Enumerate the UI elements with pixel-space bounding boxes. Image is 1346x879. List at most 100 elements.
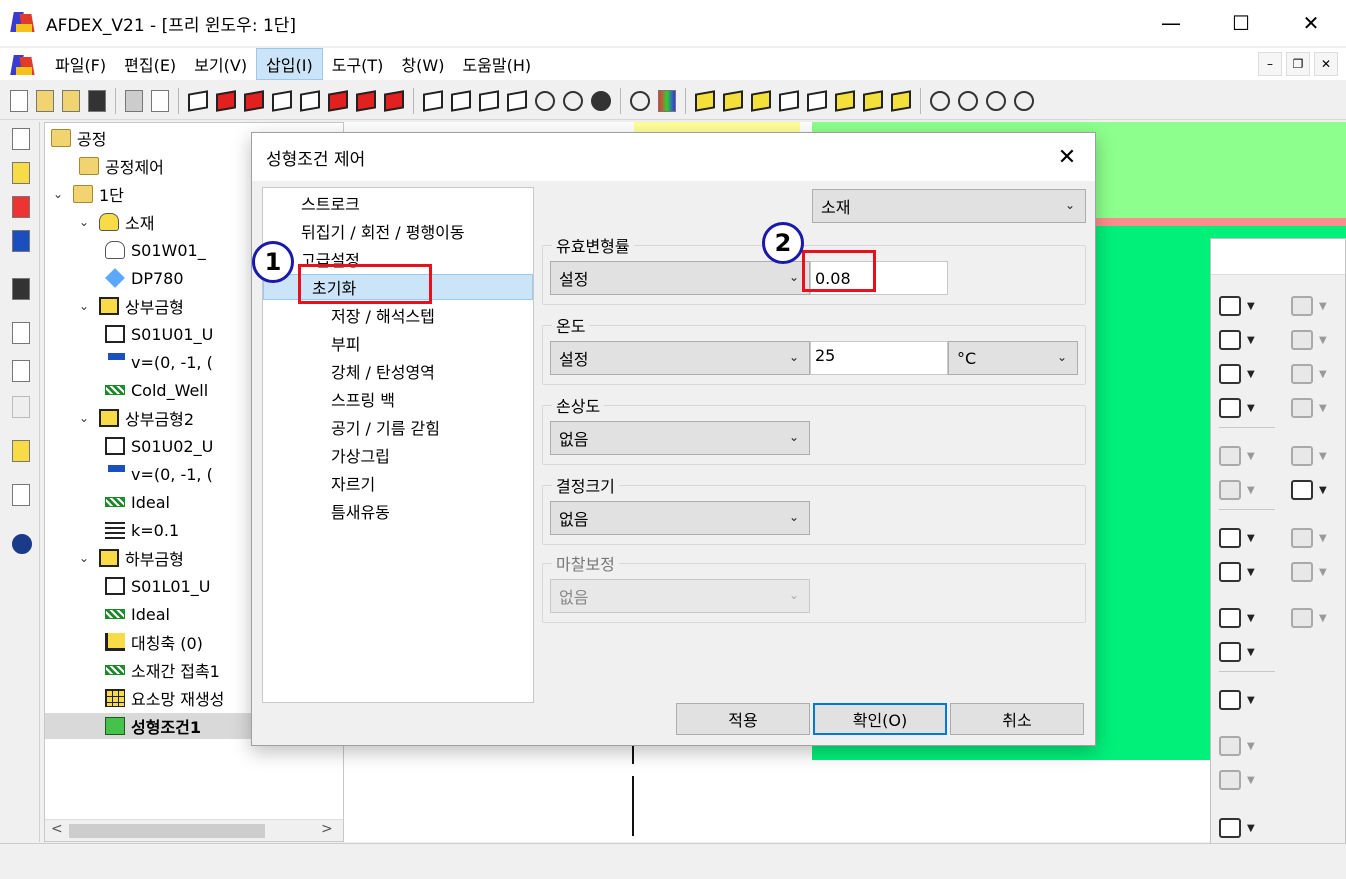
- swap-icon[interactable]: [863, 89, 883, 112]
- rotate-left-icon[interactable]: [423, 89, 443, 112]
- menu-view[interactable]: 보기(V): [185, 49, 256, 79]
- menu-file[interactable]: 파일(F): [46, 49, 115, 79]
- zoom-window-icon[interactable]: [930, 90, 950, 111]
- view-wireframe-icon[interactable]: [188, 89, 208, 112]
- apply-button[interactable]: 적용: [676, 703, 810, 735]
- tree-item[interactable]: Cold_Well: [105, 377, 208, 403]
- mdi-app-icon[interactable]: [10, 53, 35, 75]
- menu-insert[interactable]: 삽입(I): [256, 48, 323, 80]
- tree-item[interactable]: 소재간 접촉1: [105, 657, 220, 683]
- ring-tool-button[interactable]: ▼: [1291, 477, 1337, 503]
- cancel-button[interactable]: 취소: [950, 703, 1084, 735]
- monitor-icon[interactable]: [12, 230, 30, 252]
- dropdown-arrow-icon[interactable]: ▼: [1247, 533, 1255, 544]
- dialog-tree-item[interactable]: 부피: [331, 330, 360, 356]
- layer-icon[interactable]: [891, 89, 911, 112]
- friction-f-tool-button[interactable]: ▼: [1219, 293, 1265, 319]
- effective-strain-mode-select[interactable]: 설정 ⌄: [550, 261, 810, 295]
- menu-edit[interactable]: 편집(E): [115, 49, 185, 79]
- tree-item[interactable]: Ideal: [105, 489, 170, 515]
- dropdown-arrow-icon[interactable]: ▼: [1247, 613, 1255, 624]
- tree-item[interactable]: v=(0, -1, (: [105, 461, 213, 487]
- tree-item[interactable]: DP780: [105, 265, 184, 291]
- rotate-right-icon[interactable]: [451, 89, 471, 112]
- force-fl-tool-button[interactable]: ▼: [1219, 687, 1265, 713]
- tree-item[interactable]: S01W01_: [105, 237, 206, 263]
- import-icon[interactable]: [125, 89, 143, 112]
- grain-size-select[interactable]: 없음 ⌄: [550, 501, 810, 535]
- dialog-tree-item[interactable]: 자르기: [331, 470, 375, 496]
- dropdown-arrow-icon[interactable]: ▼: [1247, 695, 1255, 706]
- target-object-select[interactable]: 소재 ⌄: [812, 189, 1086, 223]
- dropdown-arrow-icon[interactable]: ▼: [1247, 369, 1255, 380]
- tree-item[interactable]: ⌄ 상부금형: [79, 293, 184, 319]
- dropdown-arrow-icon[interactable]: ▼: [1247, 301, 1255, 312]
- mdi-restore-button[interactable]: ❐: [1286, 52, 1310, 76]
- head-view-icon[interactable]: [591, 90, 611, 111]
- chart-icon[interactable]: [12, 440, 30, 462]
- tree-item[interactable]: ⌄ 상부금형2: [79, 405, 194, 431]
- chevron-down-icon[interactable]: ⌄: [53, 187, 69, 201]
- dialog-tree-item[interactable]: 공기 / 기름 갇힘: [331, 414, 440, 440]
- dialog-tree-item[interactable]: 틈새유동: [331, 498, 390, 524]
- tree-item[interactable]: 공정제어: [79, 153, 164, 179]
- process-tree-icon[interactable]: [12, 128, 30, 150]
- view-front-icon[interactable]: [216, 89, 236, 112]
- view-bottom-icon[interactable]: [328, 89, 348, 112]
- shade-edge-icon[interactable]: [723, 89, 743, 112]
- tree-item[interactable]: v=(0, -1, (: [105, 349, 213, 375]
- open-project-icon[interactable]: [62, 89, 80, 112]
- solid-shade-icon[interactable]: [695, 89, 715, 112]
- die-dl-tool-button[interactable]: ▼: [1219, 525, 1265, 551]
- menu-help[interactable]: 도움말(H): [453, 49, 540, 79]
- menu-tools[interactable]: 도구(T): [323, 49, 393, 79]
- align-icon[interactable]: [12, 360, 30, 382]
- chevron-down-icon[interactable]: ⌄: [79, 551, 95, 565]
- check-icon[interactable]: [12, 534, 32, 554]
- scroll-left-icon[interactable]: <: [51, 821, 63, 837]
- tree-item[interactable]: 요소망 재생성: [105, 685, 224, 711]
- tree-horizontal-scrollbar[interactable]: < >: [45, 819, 343, 841]
- dialog-tree-item[interactable]: 가상그립: [331, 442, 390, 468]
- scroll-thumb[interactable]: [69, 824, 265, 838]
- tree-item[interactable]: S01L01_U: [105, 573, 211, 599]
- damage-select[interactable]: 없음 ⌄: [550, 421, 810, 455]
- tree-item[interactable]: ⌄ 소재: [79, 209, 154, 235]
- camera-icon[interactable]: [630, 90, 650, 111]
- maximize-button[interactable]: ☐: [1206, 0, 1276, 46]
- export-icon[interactable]: [151, 89, 169, 112]
- view-side-icon[interactable]: [272, 89, 292, 112]
- zoom-in-icon[interactable]: [958, 90, 978, 111]
- dropdown-arrow-icon[interactable]: ▼: [1319, 485, 1327, 496]
- hidden-line-icon[interactable]: [835, 89, 855, 112]
- close-button[interactable]: ✕: [1276, 0, 1346, 46]
- hammer-h-tool-button[interactable]: ▼: [1219, 361, 1265, 387]
- dialog-tree-item[interactable]: 강체 / 탄성영역: [331, 358, 435, 384]
- dialog-tree-item[interactable]: 스프링 백: [331, 386, 395, 412]
- dropdown-arrow-icon[interactable]: ▼: [1247, 567, 1255, 578]
- dialog-tree-item[interactable]: 뒤집기 / 회전 / 평행이동: [301, 218, 465, 244]
- arrange-icon[interactable]: [12, 322, 30, 344]
- weld-wl-tool-button[interactable]: ▼: [1219, 639, 1265, 665]
- dialog-tree-item[interactable]: 저장 / 해석스텝: [331, 302, 435, 328]
- chevron-down-icon[interactable]: ⌄: [79, 411, 95, 425]
- mesh-shade-icon[interactable]: [751, 89, 771, 112]
- bracket-l-tool-button[interactable]: ▼: [1219, 815, 1265, 841]
- chevron-down-icon[interactable]: ⌄: [79, 299, 95, 313]
- minimize-button[interactable]: —: [1136, 0, 1206, 46]
- tree-item[interactable]: 대칭축 (0): [105, 629, 203, 655]
- temperature-input[interactable]: 25: [810, 341, 948, 375]
- wire-icon[interactable]: [779, 89, 799, 112]
- material-icon[interactable]: [12, 162, 30, 184]
- temperature-unit-select[interactable]: °C ⌄: [948, 341, 1078, 375]
- open-file-icon[interactable]: [36, 89, 54, 112]
- tree-item[interactable]: S01U01_U: [105, 321, 213, 347]
- mdi-close-button[interactable]: ✕: [1314, 52, 1338, 76]
- scroll-right-icon[interactable]: >: [321, 821, 333, 837]
- zoom-fit-icon[interactable]: [986, 90, 1006, 111]
- probe-icon[interactable]: [12, 484, 30, 506]
- spin-cw-icon[interactable]: [563, 90, 583, 111]
- dialog-close-button[interactable]: ✕: [1053, 143, 1081, 171]
- rotate-up-icon[interactable]: [479, 89, 499, 112]
- mesh-wire-icon[interactable]: [807, 89, 827, 112]
